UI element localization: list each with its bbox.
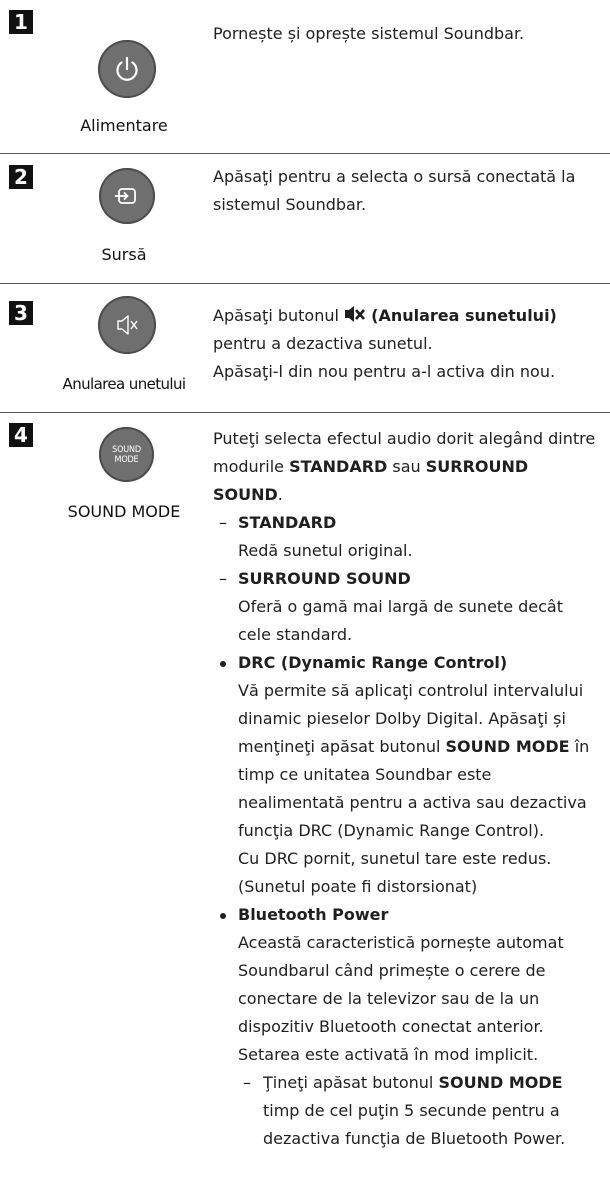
mode-surround-text: Oferă o gamă mai largă de sunete decât c…: [238, 597, 563, 644]
mode-standard: – STANDARD Redă sunetul original.: [213, 509, 598, 565]
sound-mode-description: Puteţi selecta efectul audio dorit alegâ…: [213, 425, 598, 1153]
bt-title: Bluetooth Power: [238, 905, 389, 924]
mute-button: [98, 296, 156, 354]
mute-description: Apăsaţi butonul (Anularea sunetului) pen…: [213, 302, 598, 386]
dash: –: [243, 1073, 251, 1092]
bluetooth-power-item: Bluetooth Power Această caracteristică p…: [213, 901, 598, 1153]
dash: –: [219, 569, 227, 588]
row-number-1: 1: [9, 10, 33, 34]
mode-surround: – SURROUND SOUND Oferă o gamă mai largă …: [213, 565, 598, 649]
intro-end: .: [277, 485, 283, 504]
row-number-3: 3: [9, 301, 33, 325]
mute-inline-icon: [345, 306, 366, 322]
sound-mode-button: SOUND MODE: [99, 427, 154, 482]
row-number-2: 2: [9, 165, 33, 189]
mute-desc-bold: (Anularea sunetului): [371, 306, 557, 325]
intro-mid: sau: [387, 457, 426, 476]
row-divider-3: [0, 412, 610, 413]
bt-sub-bold: SOUND MODE: [438, 1073, 563, 1092]
source-button: [99, 168, 155, 224]
source-description: Apăsaţi pentru a selecta o sursă conecta…: [213, 167, 576, 214]
sound-mode-icon-line1: SOUND: [112, 444, 141, 455]
power-icon: [116, 56, 138, 81]
bt-sub-suffix: timp de cel puţin 5 secunde pentru a dez…: [263, 1101, 566, 1148]
sound-mode-icon: SOUND MODE: [112, 445, 141, 465]
row-number-4: 4: [9, 423, 33, 447]
bt-sub-prefix: Ţineţi apăsat butonul: [263, 1073, 439, 1092]
source-caption: Sursă: [101, 245, 147, 264]
drc-text-bold: SOUND MODE: [445, 737, 570, 756]
mute-icon: [117, 315, 138, 335]
bt-text: Această caracteristică pornește automat …: [238, 933, 564, 1064]
intro-standard: STANDARD: [289, 457, 388, 476]
power-caption: Alimentare: [80, 116, 168, 135]
mute-desc-line3: Apăsaţi-l din nou pentru a-l activa din …: [213, 362, 556, 381]
sound-mode-caption: SOUND MODE: [67, 502, 181, 521]
mute-caption: Anularea unetului: [62, 375, 187, 393]
drc-title: DRC (Dynamic Range Control): [238, 653, 508, 672]
mode-standard-title: STANDARD: [238, 513, 337, 532]
drc-note2: (Sunetul poate fi distorsionat): [238, 877, 478, 896]
drc-text: Vă permite să aplicaţi controlul interva…: [238, 677, 598, 845]
bt-sub-item: – Ţineţi apăsat butonul SOUND MODE timp …: [238, 1069, 598, 1153]
mute-desc-prefix: Apăsaţi butonul: [213, 306, 345, 325]
row-divider-1: [0, 153, 610, 154]
mode-surround-title: SURROUND SOUND: [238, 569, 411, 588]
mode-standard-text: Redă sunetul original.: [238, 541, 413, 560]
bullet-dot: [220, 913, 226, 919]
mute-desc-line2: pentru a dezactiva sunetul.: [213, 334, 433, 353]
sound-mode-icon-line2: MODE: [114, 454, 139, 465]
drc-item: DRC (Dynamic Range Control) Vă permite s…: [213, 649, 598, 901]
bullet-dot: [220, 661, 226, 667]
power-description: Pornește și oprește sistemul Soundbar.: [213, 24, 525, 43]
power-button: [98, 40, 156, 98]
row-divider-2: [0, 283, 610, 284]
dash: –: [219, 513, 227, 532]
drc-note1: Cu DRC pornit, sunetul tare este redus.: [238, 849, 552, 868]
source-icon: [115, 188, 136, 204]
sound-mode-intro: Puteţi selecta efectul audio dorit alegâ…: [213, 425, 598, 509]
